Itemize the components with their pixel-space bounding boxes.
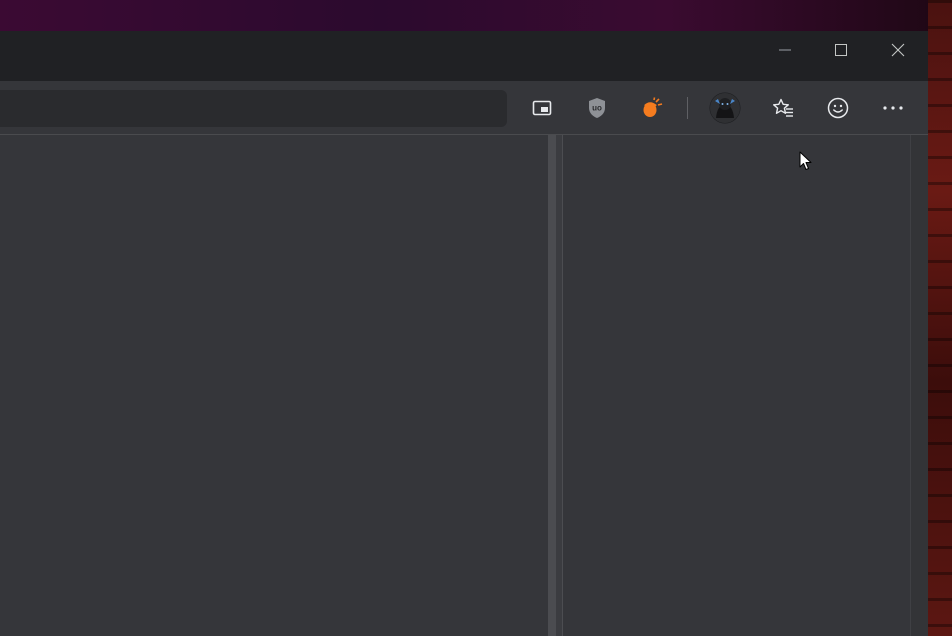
picture-in-picture-button[interactable] — [522, 89, 562, 127]
svg-text:uo: uo — [592, 104, 602, 113]
mouse-cursor-icon — [799, 151, 812, 170]
profile-button[interactable] — [705, 89, 745, 127]
orange-extension-button[interactable] — [632, 89, 672, 127]
feedback-button[interactable] — [818, 89, 858, 127]
ublock-origin-extension-button[interactable]: uo — [577, 89, 617, 127]
toolbar-separator — [687, 97, 688, 119]
star-list-icon — [773, 98, 793, 117]
picture-in-picture-icon — [532, 100, 552, 116]
minimize-icon — [779, 49, 791, 51]
maximize-button[interactable] — [813, 31, 869, 69]
main-pane[interactable] — [0, 135, 548, 636]
browser-content — [0, 135, 928, 636]
title-bar[interactable] — [0, 31, 928, 81]
more-menu-button[interactable] — [873, 89, 913, 127]
acorn-icon — [643, 97, 663, 117]
browser-toolbar: uo — [0, 81, 928, 135]
close-button[interactable] — [870, 31, 926, 69]
close-icon — [891, 43, 905, 57]
avatar — [709, 92, 741, 124]
minimize-button[interactable] — [757, 31, 813, 69]
pane-splitter[interactable] — [548, 135, 556, 636]
side-pane-scrollbar[interactable] — [910, 135, 928, 636]
smiley-icon — [827, 97, 849, 119]
desktop-wallpaper-top — [0, 0, 952, 31]
side-pane[interactable] — [562, 135, 911, 636]
address-bar[interactable] — [0, 90, 507, 127]
more-dots-icon — [883, 106, 903, 110]
maximize-icon — [835, 44, 847, 56]
ublock-shield-icon: uo — [589, 98, 605, 118]
browser-window: uo — [0, 31, 928, 636]
desktop-wallpaper-right — [928, 0, 952, 636]
favorites-button[interactable] — [763, 89, 803, 127]
